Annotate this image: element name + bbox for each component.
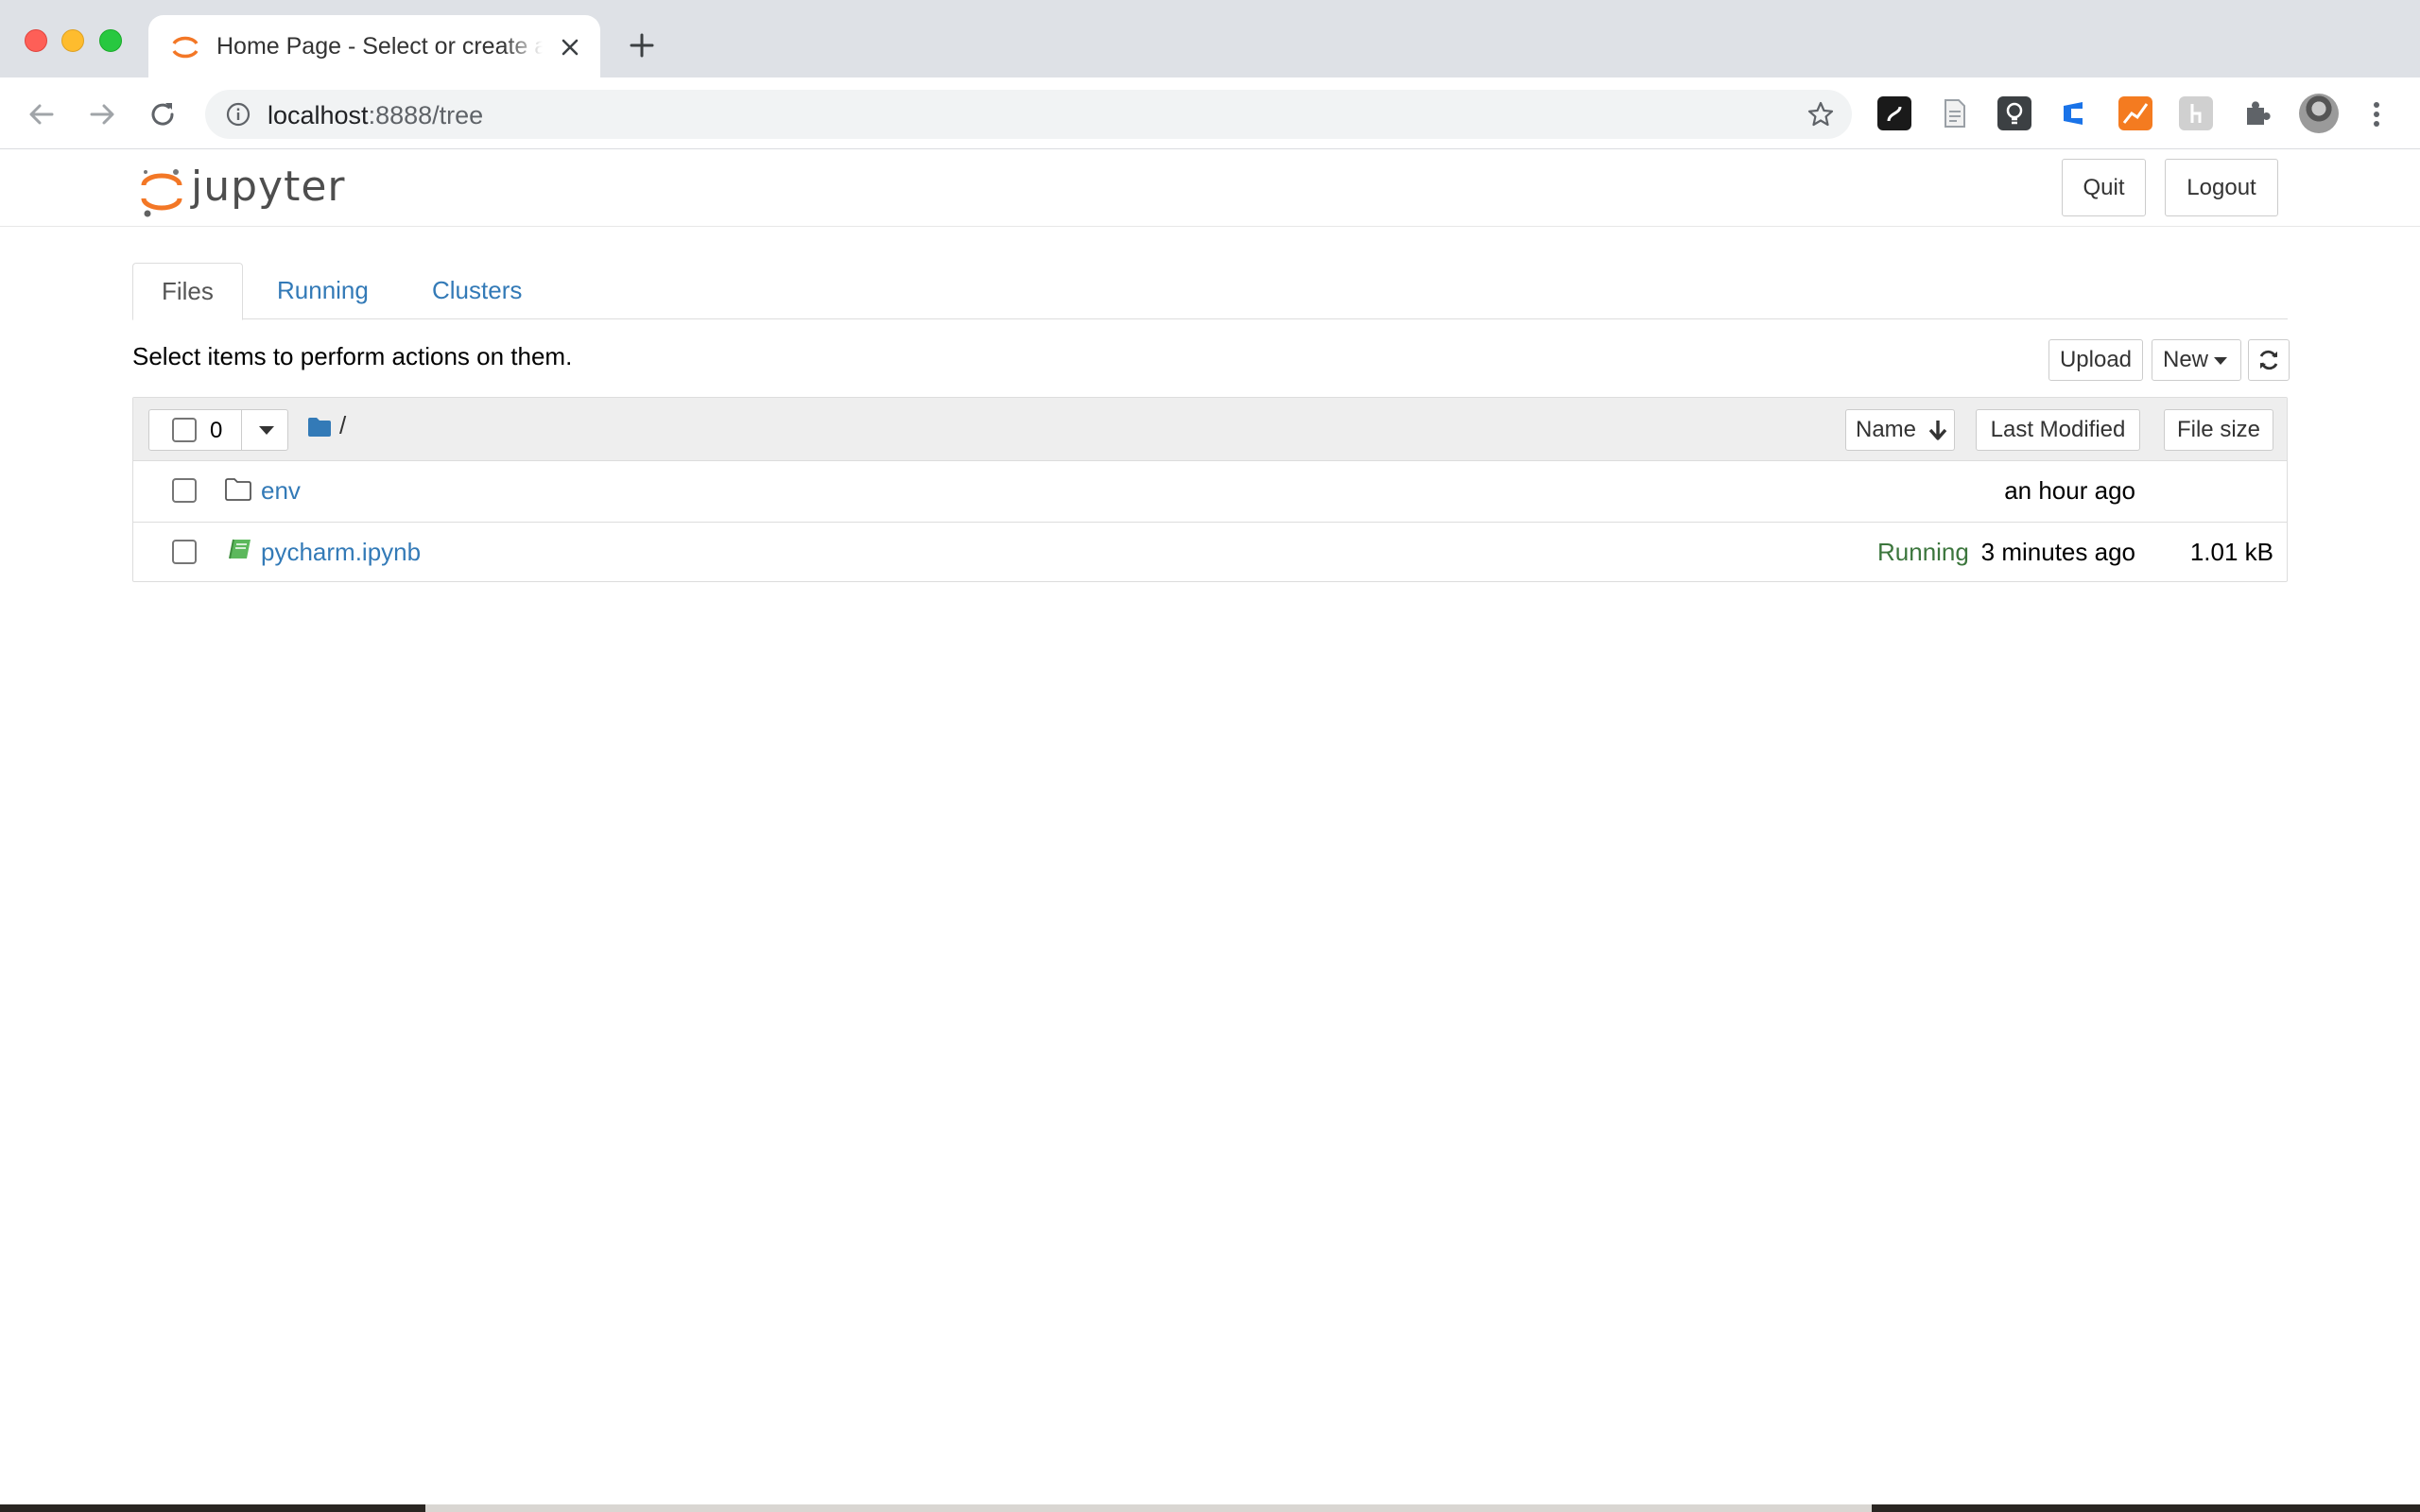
new-button-label: New [2163,347,2209,372]
reload-icon[interactable] [147,98,179,130]
breadcrumb-root[interactable]: / [339,411,346,440]
extension-grey-icon[interactable] [2179,96,2213,130]
close-tab-icon[interactable] [557,34,583,60]
jupyter-logo-icon [141,169,182,217]
blue-tag-icon [2064,102,2084,125]
logout-button[interactable]: Logout [2165,159,2278,216]
selection-hint: Select items to perform actions on them. [132,342,573,370]
minimize-window-button[interactable] [61,29,84,52]
finder-window-peek [425,1504,1872,1512]
sort-by-name-button[interactable]: Name [1845,409,1955,451]
item-checkbox[interactable] [172,540,197,564]
sort-by-size-button[interactable]: File size [2164,409,2273,451]
browser-tabstrip: Home Page - Select or create a notebook [0,0,2420,77]
zoom-window-button[interactable] [99,29,122,52]
divider [241,410,242,450]
notebook-list: 0 / Name Last Modified File size env an … [132,397,2288,582]
notebook-book-icon [229,539,251,559]
folder-home-icon[interactable] [307,417,332,438]
item-modified: 3 minutes ago [1980,538,2135,566]
selected-count: 0 [210,418,223,443]
refresh-button[interactable] [2248,339,2290,381]
item-size: 1.01 kB [2189,538,2273,566]
list-header: 0 / Name Last Modified File size [133,398,2287,461]
browser-toolbar: localhost:8888/tree [0,77,2420,149]
item-checkbox[interactable] [172,478,197,503]
lightbulb-icon [2006,102,2023,125]
extension-glyph-icon [1887,106,1902,122]
grey-extension-glyph-icon [2190,104,2202,123]
upload-button[interactable]: Upload [2048,339,2143,381]
new-tab-icon[interactable] [628,31,656,60]
select-menu-caret-icon[interactable] [259,426,274,435]
close-window-button[interactable] [25,29,47,52]
url-host: localhost [268,101,369,129]
name-column-label: Name [1856,417,1917,442]
list-item[interactable]: env an hour ago [133,461,2287,521]
menu-kebab-icon[interactable] [2367,98,2386,130]
list-item[interactable]: pycharm.ipynb Running 3 minutes ago 1.01… [133,522,2287,581]
extension-blue-icon[interactable] [2058,96,2092,130]
extension-document-icon[interactable] [1938,96,1972,130]
bookmark-star-icon[interactable] [1806,100,1835,129]
select-all-control[interactable]: 0 [148,409,288,451]
item-name-link[interactable]: pycharm.ipynb [261,538,421,567]
item-modified: an hour ago [2004,476,2135,505]
extensions-puzzle-icon[interactable] [2239,96,2273,130]
extension-chart-icon[interactable] [2118,96,2152,130]
quit-button[interactable]: Quit [2062,159,2146,216]
sort-by-modified-button[interactable]: Last Modified [1976,409,2140,451]
folder-icon [225,478,251,501]
select-all-checkbox[interactable] [172,418,197,442]
tab-clusters[interactable]: Clusters [404,263,550,319]
jupyter-header: jupyter Quit Logout [0,149,2420,227]
running-status-label: Running [1877,538,1969,566]
tab-running[interactable]: Running [249,263,397,319]
dashboard-tabs: Files Running Clusters [132,263,2288,320]
back-arrow-icon[interactable] [26,98,58,130]
trend-chart-icon [2122,103,2149,124]
document-icon [1945,99,1965,128]
jupyter-wordmark: jupyter [191,163,346,211]
tab-title: Home Page - Select or create a notebook [216,33,543,60]
jupyter-logo[interactable]: jupyter [138,159,355,221]
arrow-down-icon [1928,421,1947,440]
address-bar[interactable]: localhost:8888/tree [205,90,1852,139]
refresh-icon [2259,350,2278,370]
new-dropdown-button[interactable]: New [2152,339,2241,381]
extension-dark-icon[interactable] [1877,96,1911,130]
site-info-icon[interactable] [226,102,251,127]
tab-files[interactable]: Files [132,263,243,320]
caret-down-icon [2214,357,2227,365]
browser-tab-active[interactable]: Home Page - Select or create a notebook [148,15,600,77]
forward-arrow-icon[interactable] [86,98,118,130]
url-text: localhost:8888/tree [268,101,483,130]
profile-avatar[interactable] [2299,94,2339,133]
jupyter-favicon-icon [172,36,199,59]
extension-lightbulb-icon[interactable] [1997,96,2031,130]
url-port-path: :8888/tree [368,101,484,129]
desktop-background-strip [0,1504,2420,1512]
item-name-link[interactable]: env [261,476,301,506]
